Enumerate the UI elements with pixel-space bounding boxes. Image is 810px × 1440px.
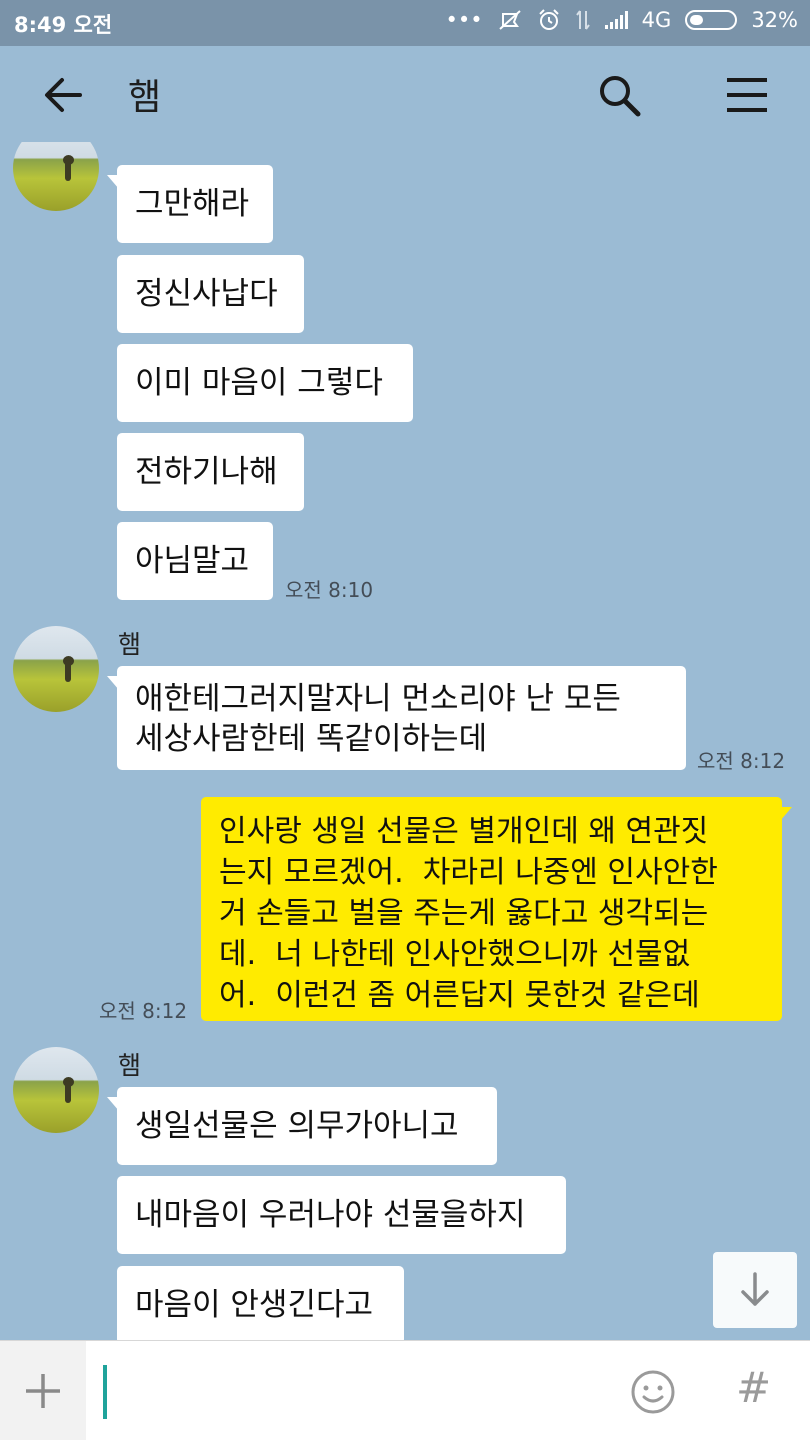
message-bubble[interactable]: 그만해라: [107, 165, 273, 243]
message-time: 오전 8:10: [285, 578, 374, 602]
arrow-down-icon: [741, 1272, 769, 1306]
alarm-icon: [538, 9, 559, 30]
signal-bars-icon: [604, 11, 628, 29]
message-input[interactable]: [100, 1355, 604, 1427]
attach-button[interactable]: [0, 1341, 86, 1440]
message-time: 오전 8:12: [697, 749, 786, 773]
arrow-left-icon[interactable]: [40, 72, 86, 118]
emoticon-icon[interactable]: [630, 1369, 676, 1415]
hamburger-menu-icon[interactable]: [724, 74, 770, 116]
battery-percent: 32%: [751, 8, 798, 32]
avatar[interactable]: [13, 1047, 99, 1133]
message-bubble[interactable]: 생일선물은 의무가아니고: [107, 1087, 497, 1165]
status-bar: 8:49 오전 ••• 4G 32%: [0, 0, 810, 46]
chat-title: 햄: [128, 77, 162, 118]
battery-icon: [685, 10, 738, 30]
status-time: 8:49 오전: [14, 13, 113, 37]
data-transfer-icon: [575, 10, 590, 30]
sender-name: 햄: [118, 1051, 142, 1080]
avatar[interactable]: [13, 142, 99, 211]
message-bubble[interactable]: 전하기나해: [117, 433, 304, 511]
text-caret: [103, 1365, 107, 1419]
hashtag-search-button[interactable]: #: [736, 1363, 771, 1412]
search-icon[interactable]: [596, 72, 644, 120]
avatar[interactable]: [13, 626, 99, 712]
network-type: 4G: [641, 8, 672, 32]
message-bubble[interactable]: 마음이 안생긴다고: [117, 1266, 404, 1340]
message-bubble[interactable]: 내마음이 우러나야 선물을하지: [117, 1176, 566, 1254]
plus-icon: [26, 1374, 60, 1408]
status-icons: ••• 4G 32%: [446, 8, 799, 32]
sender-name: 햄: [118, 630, 142, 659]
scroll-to-bottom-button[interactable]: [713, 1252, 797, 1328]
message-input-bar: #: [0, 1340, 810, 1440]
message-bubble[interactable]: 아님말고: [117, 522, 273, 600]
message-bubble[interactable]: 이미 마음이 그렇다: [117, 344, 413, 422]
message-list[interactable]: 그만해라 정신사납다 이미 마음이 그렇다 전하기나해 아님말고 오전 8:10…: [0, 142, 810, 1340]
chat-header: 햄: [0, 46, 810, 142]
message-bubble[interactable]: 정신사납다: [117, 255, 304, 333]
message-time: 오전 8:12: [99, 999, 188, 1023]
my-message-bubble[interactable]: 인사랑 생일 선물은 별개인데 왜 연관짓 는지 모르겠어. 차라리 나중엔 인…: [201, 797, 792, 1021]
notification-dots-icon: •••: [445, 8, 483, 32]
vibrate-silent-icon: [499, 10, 521, 30]
message-bubble[interactable]: 애한테그러지말자니 먼소리야 난 모든 세상사람한테 똑같이하는데: [107, 666, 686, 770]
